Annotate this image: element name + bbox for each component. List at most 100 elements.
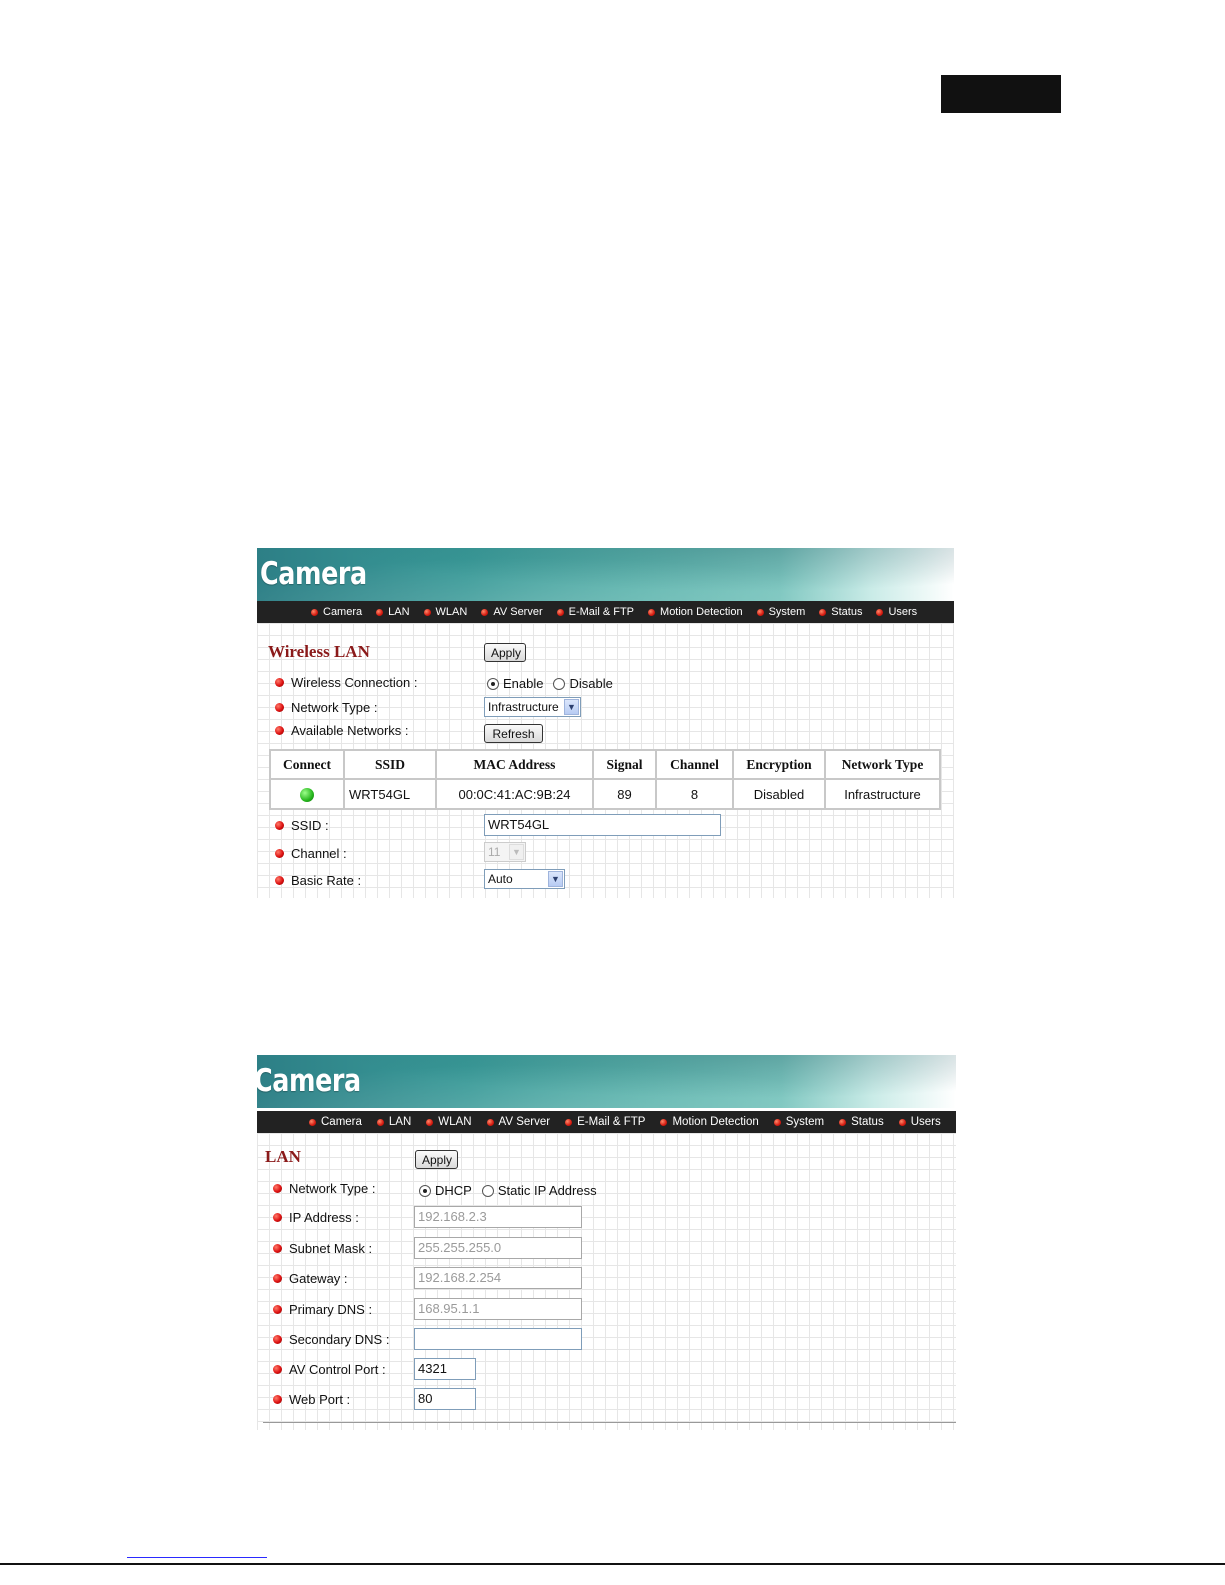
enable-radio[interactable] xyxy=(487,677,499,690)
dhcp-label: DHCP xyxy=(435,1183,472,1198)
camera-logo: Camera xyxy=(260,556,367,592)
basic-rate-label: Basic Rate : xyxy=(291,873,362,888)
disable-label: Disable xyxy=(569,676,613,691)
nav-item-status[interactable]: Status xyxy=(839,1116,884,1128)
nav-item-camera[interactable]: Camera xyxy=(311,606,362,618)
web-port-row: Web Port : xyxy=(273,1392,350,1407)
bullet-icon xyxy=(273,1244,282,1253)
channel-label: Channel : xyxy=(291,846,347,861)
bullet-icon xyxy=(898,1118,906,1126)
static-ip-label: Static IP Address xyxy=(497,1183,597,1198)
nav-item-av-server[interactable]: AV Server xyxy=(486,1116,550,1128)
nav-item-lan[interactable]: LAN xyxy=(376,606,410,618)
network-type-row: Network Type : xyxy=(273,1181,375,1196)
basic-rate-row: Basic Rate : xyxy=(275,873,361,888)
chevron-down-icon: ▼ xyxy=(564,699,579,715)
bullet-icon xyxy=(273,1305,282,1314)
nav-item-status[interactable]: Status xyxy=(819,606,862,618)
nav-bar: Camera LAN WLAN AV Server E-Mail & FTP M… xyxy=(257,1111,956,1133)
footer-link-underline[interactable] xyxy=(127,1557,267,1558)
ssid-cell: WRT54GL xyxy=(343,778,437,810)
ip-address-input: 192.168.2.3 xyxy=(414,1206,582,1228)
bullet-icon xyxy=(273,1365,282,1374)
av-control-port-input[interactable]: 4321 xyxy=(414,1358,476,1380)
enable-label: Enable xyxy=(503,676,544,691)
primary-dns-input: 168.95.1.1 xyxy=(414,1298,582,1320)
gateway-input: 192.168.2.254 xyxy=(414,1267,582,1289)
subnet-mask-input: 255.255.255.0 xyxy=(414,1237,582,1259)
nav-item-av-server[interactable]: AV Server xyxy=(481,606,543,618)
web-port-input[interactable]: 80 xyxy=(414,1388,476,1410)
page-title: LAN xyxy=(265,1147,301,1166)
column-header: Encryption xyxy=(732,749,826,780)
primary-dns-row: Primary DNS : xyxy=(273,1302,372,1317)
nav-item-wlan[interactable]: WLAN xyxy=(423,606,467,618)
ssid-row: SSID : xyxy=(275,818,329,833)
nav-bar: Camera LAN WLAN AV Server E-Mail & FTP M… xyxy=(257,601,954,623)
channel-row: Channel : xyxy=(275,846,347,861)
available-networks-label: Available Networks : xyxy=(291,723,409,738)
nav-item-lan[interactable]: LAN xyxy=(376,1116,411,1128)
refresh-button[interactable]: Refresh xyxy=(484,724,543,743)
settings-content: LAN Apply Network Type : DHCP Static IP … xyxy=(257,1133,956,1430)
secondary-dns-input[interactable] xyxy=(414,1328,582,1350)
secondary-dns-row: Secondary DNS : xyxy=(273,1332,389,1347)
wireless-connection-label: Wireless Connection : xyxy=(291,675,418,690)
wireless-connection-radios: Enable Disable xyxy=(487,676,613,691)
network-type-select[interactable]: Infrastructure ▼ xyxy=(484,697,581,717)
gateway-label: Gateway : xyxy=(289,1271,348,1286)
bullet-icon xyxy=(423,608,431,616)
bullet-icon xyxy=(876,608,884,616)
bullet-icon xyxy=(376,608,384,616)
nav-item-users[interactable]: Users xyxy=(898,1116,941,1128)
bullet-icon xyxy=(275,678,284,687)
bullet-icon xyxy=(273,1335,282,1344)
av-control-port-row: AV Control Port : xyxy=(273,1362,386,1377)
column-header: Signal xyxy=(592,749,657,780)
bullet-icon xyxy=(481,608,489,616)
nav-item-users[interactable]: Users xyxy=(876,606,917,618)
bullet-icon xyxy=(273,1395,282,1404)
lan-screenshot: Camera Camera LAN WLAN AV Server E-Mail … xyxy=(257,1055,956,1430)
nav-item-email-ftp[interactable]: E-Mail & FTP xyxy=(556,606,634,618)
apply-button[interactable]: Apply xyxy=(484,643,526,662)
mac-cell: 00:0C:41:AC:9B:24 xyxy=(435,778,594,810)
nav-item-wlan[interactable]: WLAN xyxy=(426,1116,472,1128)
nav-item-motion-detection[interactable]: Motion Detection xyxy=(660,1116,759,1128)
bullet-icon xyxy=(660,1118,668,1126)
column-header: Network Type xyxy=(824,749,941,780)
ip-address-label: IP Address : xyxy=(289,1210,359,1225)
av-control-port-label: AV Control Port : xyxy=(289,1362,386,1377)
nav-item-system[interactable]: System xyxy=(773,1116,824,1128)
nav-item-system[interactable]: System xyxy=(756,606,805,618)
available-networks-table: Connect SSID MAC Address Signal Channel … xyxy=(269,749,941,810)
secondary-dns-label: Secondary DNS : xyxy=(289,1332,390,1347)
dhcp-radio[interactable] xyxy=(419,1184,431,1197)
bullet-icon xyxy=(648,608,656,616)
bullet-icon xyxy=(275,821,284,830)
bullet-icon xyxy=(819,608,827,616)
nav-item-motion-detection[interactable]: Motion Detection xyxy=(648,606,743,618)
bullet-icon xyxy=(839,1118,847,1126)
connect-status-icon[interactable] xyxy=(300,787,314,802)
available-networks-row: Available Networks : xyxy=(275,723,409,738)
disable-radio[interactable] xyxy=(553,677,566,690)
basic-rate-select[interactable]: Auto ▼ xyxy=(484,869,565,889)
bullet-icon xyxy=(273,1274,282,1283)
apply-button[interactable]: Apply xyxy=(415,1150,458,1169)
bullet-icon xyxy=(556,608,564,616)
nav-item-camera[interactable]: Camera xyxy=(309,1116,362,1128)
connect-cell xyxy=(269,778,345,810)
network-type-label: Network Type : xyxy=(291,700,378,715)
divider xyxy=(263,1422,956,1423)
camera-logo: Camera xyxy=(257,1063,361,1099)
channel-cell: 8 xyxy=(655,778,734,810)
header-banner xyxy=(257,1055,956,1108)
bullet-icon xyxy=(376,1118,384,1126)
ssid-input[interactable]: WRT54GL xyxy=(484,814,721,836)
chevron-down-icon: ▼ xyxy=(509,844,524,860)
static-ip-radio[interactable] xyxy=(481,1184,494,1197)
column-header: MAC Address xyxy=(435,749,594,780)
network-type-row: Network Type : xyxy=(275,700,377,715)
nav-item-email-ftp[interactable]: E-Mail & FTP xyxy=(565,1116,645,1128)
